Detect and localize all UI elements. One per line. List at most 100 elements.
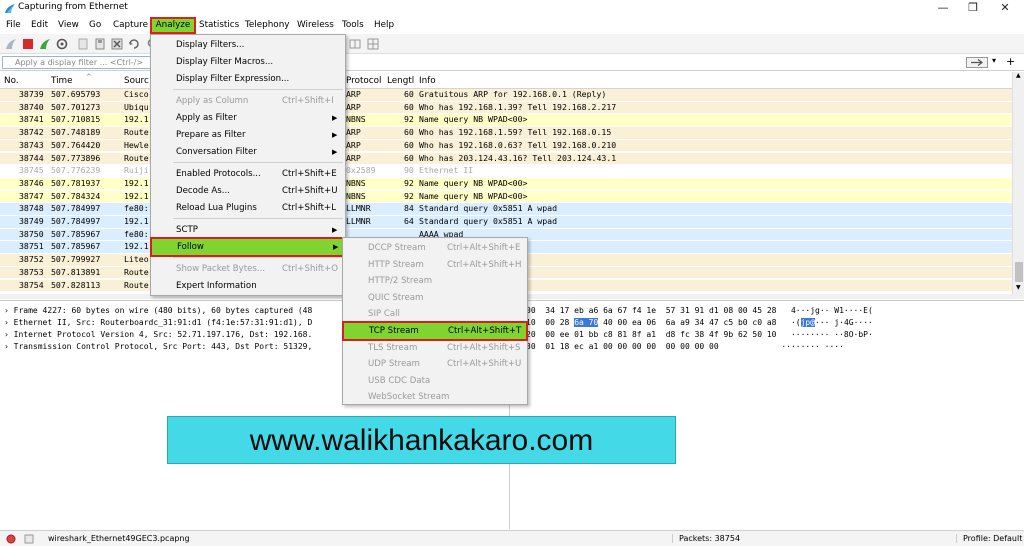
analyze-menu-item-display-filter-expression[interactable]: Display Filter Expression... [151, 71, 345, 87]
resize-columns-icon[interactable] [348, 37, 362, 51]
bytes-row[interactable]: 00 34 17 eb a6 6a 67 f4 1e 57 31 91 d1 0… [526, 306, 873, 315]
menu-item-label: Decode As... [176, 186, 230, 196]
minimize-button[interactable]: — [928, 0, 958, 16]
packet-list-scrollbar[interactable]: ▲ ▼ [1012, 72, 1024, 294]
expand-chevron-icon[interactable]: › [4, 318, 9, 327]
menu-tools[interactable]: Tools [340, 19, 366, 32]
packet-cell-time: 507.785967 [51, 241, 101, 252]
menu-item-label: SIP Call [368, 309, 400, 320]
analyze-menu-item-apply-as-column[interactable]: Apply as Column Ctrl+Shift+I [151, 93, 345, 109]
capture-options-icon[interactable] [55, 37, 69, 51]
packet-cell-info: Standard query 0x5851 A wpad [419, 216, 558, 226]
analyze-menu-item-enabled-protocols[interactable]: Enabled Protocols... Ctrl+Shift+E [151, 166, 345, 182]
scroll-up-icon[interactable]: ▲ [1016, 72, 1021, 79]
add-filter-button[interactable]: + [1006, 55, 1015, 68]
follow-menu-item-sip-call[interactable]: SIP Call [343, 306, 527, 322]
packet-cell-info: Who has 192.168.0.63? Tell 192.168.0.210 [419, 139, 617, 150]
analyze-menu-item-follow[interactable]: Follow ▶ [150, 237, 344, 257]
analyze-menu-item-show-packet-bytes[interactable]: Show Packet Bytes... Ctrl+Shift+O [151, 261, 345, 277]
menu-telephony[interactable]: Telephony [243, 19, 291, 32]
close-file-icon[interactable] [110, 37, 124, 51]
reload-file-icon[interactable] [127, 37, 141, 51]
expand-chevron-icon[interactable]: › [4, 330, 9, 339]
menu-edit[interactable]: Edit [29, 19, 50, 32]
watermark-text: www.walikhankakaro.com [249, 424, 594, 457]
menu-go[interactable]: Go [87, 19, 103, 32]
column-time[interactable]: Time [51, 76, 73, 86]
capture-status-icon[interactable] [6, 534, 16, 544]
scrollbar-thumb[interactable] [1015, 262, 1023, 282]
menu-statistics[interactable]: Statistics [197, 19, 241, 32]
filter-dropdown-icon[interactable]: ▾ [992, 56, 996, 65]
packet-cell-source: fe80: [124, 203, 149, 214]
packet-cell-info: Who has 192.168.1.39? Tell 192.168.2.217 [419, 101, 617, 112]
window-title: Capturing from Ethernet [18, 2, 128, 12]
menu-capture[interactable]: Capture [111, 19, 150, 32]
save-file-icon[interactable] [93, 37, 107, 51]
scroll-down-icon[interactable]: ▼ [1016, 284, 1021, 291]
menu-file[interactable]: File [4, 19, 23, 32]
follow-menu-item-websocket-stream[interactable]: WebSocket Stream [343, 389, 527, 405]
start-capture-icon[interactable] [4, 37, 18, 51]
packet-cell-time: 507.784997 [51, 203, 101, 214]
packet-cell-no: 38746 [19, 177, 44, 188]
follow-menu-item-http-2-stream[interactable]: HTTP/2 Stream [343, 273, 527, 289]
menu-item-label: USB CDC Data [368, 375, 431, 386]
grid-view-icon[interactable] [366, 37, 380, 51]
follow-menu-item-udp-stream[interactable]: UDP Stream Ctrl+Alt+Shift+U [343, 356, 527, 372]
restart-capture-icon[interactable] [38, 37, 52, 51]
menu-view[interactable]: View [56, 19, 81, 32]
comment-icon[interactable] [24, 534, 34, 544]
analyze-menu-item-apply-as-filter[interactable]: Apply as Filter ▶ [151, 110, 345, 126]
column-length[interactable]: Lengtl [387, 76, 414, 86]
expand-chevron-icon[interactable]: › [4, 342, 9, 351]
packet-cell-no: 38742 [19, 127, 44, 138]
menu-separator [173, 162, 343, 163]
follow-menu-item-dccp-stream[interactable]: DCCP Stream Ctrl+Alt+Shift+E [343, 240, 527, 256]
column-no[interactable]: No. [4, 76, 19, 86]
bytes-row[interactable]: 20 00 ee 01 bb c8 81 8f a1 d8 fc 38 4f 9… [526, 330, 873, 339]
column-protocol[interactable]: Protocol [346, 76, 381, 86]
menu-item-label: QUIC Stream [368, 292, 424, 303]
maximize-button[interactable]: ❐ [958, 0, 988, 16]
analyze-menu-item-display-filters[interactable]: Display Filters... [151, 37, 345, 53]
analyze-menu-item-conversation-filter[interactable]: Conversation Filter ▶ [151, 144, 345, 160]
menu-wireless[interactable]: Wireless [295, 19, 336, 32]
analyze-menu-item-prepare-as-filter[interactable]: Prepare as Filter ▶ [151, 127, 345, 143]
menu-item-label: Expert Information [176, 281, 257, 291]
open-file-icon[interactable] [76, 37, 90, 51]
follow-menu-item-http-stream[interactable]: HTTP Stream Ctrl+Alt+Shift+H [343, 257, 527, 273]
packet-cell-source: fe80: [124, 228, 149, 239]
stop-capture-icon[interactable] [21, 37, 35, 51]
detail-row-frame[interactable]: › Frame 4227: 60 bytes on wire (480 bits… [4, 306, 312, 315]
bytes-row[interactable]: 10 00 28 6a 70 40 00 ea 06 6a a9 34 47 c… [526, 318, 873, 327]
analyze-menu-item-display-filter-macros[interactable]: Display Filter Macros... [151, 54, 345, 70]
packet-count: Packets: 38754 [672, 534, 740, 543]
packet-cell-no: 38751 [19, 241, 44, 252]
analyze-menu-item-expert-information[interactable]: Expert Information [151, 278, 345, 294]
follow-menu-item-tls-stream[interactable]: TLS Stream Ctrl+Alt+Shift+S [343, 340, 527, 356]
display-filter-input[interactable]: Apply a display filter ... <Ctrl-/> [2, 56, 154, 69]
follow-menu-item-usb-cdc-data[interactable]: USB CDC Data [343, 373, 527, 389]
analyze-menu-item-decode-as[interactable]: Decode As... Ctrl+Shift+U [151, 183, 345, 199]
packet-cell-length: 60 [404, 127, 414, 138]
bytes-row[interactable]: 30 01 18 ec a1 00 00 00 00 00 00 00 00 ·… [526, 342, 844, 351]
analyze-menu-item-reload-lua-plugins[interactable]: Reload Lua Plugins Ctrl+Shift+L [151, 200, 345, 216]
close-button[interactable]: ✕ [990, 0, 1020, 16]
follow-menu-item-quic-stream[interactable]: QUIC Stream [343, 290, 527, 306]
menu-item-label: Apply as Filter [176, 113, 237, 123]
detail-row-tcp[interactable]: › Transmission Control Protocol, Src Por… [4, 342, 312, 351]
packet-cell-source: Route [124, 279, 149, 290]
profile-indicator[interactable]: Profile: Default [956, 534, 1022, 543]
detail-row-ethernet[interactable]: › Ethernet II, Src: Routerboardc_31:91:d… [4, 318, 312, 327]
menu-analyze[interactable]: Analyze [150, 17, 196, 34]
apply-filter-arrow-icon[interactable] [966, 57, 988, 68]
follow-menu-item-tcp-stream[interactable]: TCP Stream Ctrl+Alt+Shift+T [342, 321, 528, 341]
column-source[interactable]: Sourc [124, 76, 149, 86]
menu-help[interactable]: Help [372, 19, 396, 32]
detail-row-ip[interactable]: › Internet Protocol Version 4, Src: 52.7… [4, 330, 312, 339]
column-info[interactable]: Info [419, 76, 436, 86]
expand-chevron-icon[interactable]: › [4, 306, 9, 315]
packet-cell-no: 38754 [19, 279, 44, 290]
analyze-menu-item-sctp[interactable]: SCTP ▶ [151, 222, 345, 238]
